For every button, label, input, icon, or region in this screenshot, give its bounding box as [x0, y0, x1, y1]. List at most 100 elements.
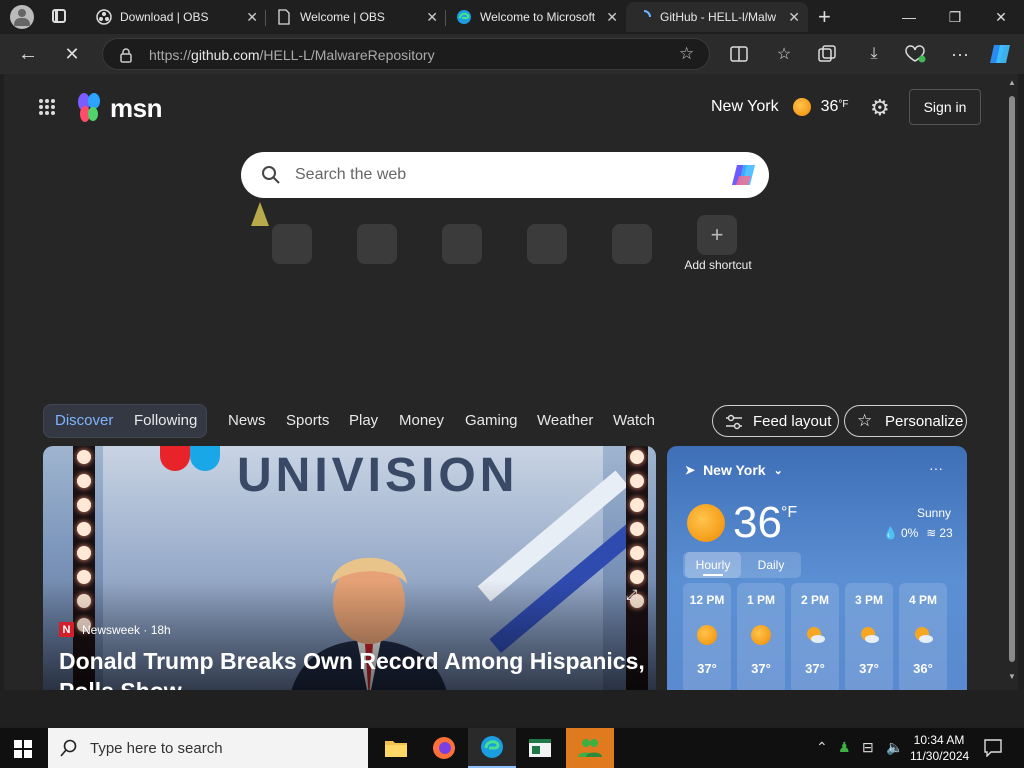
- hour-time: 12 PM: [689, 593, 725, 607]
- msn-new-tab-page: msn New York 36 °F ⚙ Sign in + Add short…: [4, 74, 1017, 724]
- tab-discover[interactable]: Discover: [55, 412, 113, 429]
- file-explorer-app[interactable]: [372, 728, 420, 768]
- shortcut-tile[interactable]: [612, 224, 652, 264]
- nav-watch[interactable]: Watch: [613, 412, 655, 429]
- tab-github[interactable]: GitHub - HELL-l/Malw ✕: [626, 2, 808, 32]
- favorite-star-icon[interactable]: ☆: [679, 44, 694, 64]
- tab-daily[interactable]: Daily: [743, 552, 799, 578]
- hour-forecast[interactable]: 2 PM 37°: [791, 583, 839, 690]
- network-icon[interactable]: ⊟: [862, 739, 874, 756]
- nav-news[interactable]: News: [228, 412, 266, 429]
- taskbar-clock[interactable]: 10:34 AM 11/30/2024: [910, 732, 969, 764]
- scroll-down-arrow-icon[interactable]: ▼: [1008, 672, 1016, 681]
- users-app[interactable]: [566, 728, 614, 768]
- weather-location[interactable]: ➤ New York ⌄: [685, 462, 783, 478]
- hour-forecast[interactable]: 4 PM 36°: [899, 583, 947, 690]
- stop-loading-button[interactable]: ✕: [58, 40, 86, 68]
- web-search-box[interactable]: [241, 152, 769, 198]
- tab-actions-icon[interactable]: [52, 9, 66, 23]
- tab-download-obs[interactable]: Download | OBS ✕: [86, 2, 266, 32]
- split-screen-icon[interactable]: [730, 46, 748, 62]
- browser-essentials-icon[interactable]: [904, 45, 926, 63]
- tab-welcome-microsoft[interactable]: Welcome to Microsoft ✕: [446, 2, 626, 32]
- nav-weather[interactable]: Weather: [537, 412, 593, 429]
- tab-welcome-obs[interactable]: Welcome | OBS ✕: [266, 2, 446, 32]
- windows-start-icon[interactable]: [14, 740, 32, 758]
- obs-icon: [96, 9, 112, 25]
- lock-icon[interactable]: [119, 47, 133, 63]
- scroll-up-arrow-icon[interactable]: ▲: [1008, 78, 1016, 87]
- msn-logo[interactable]: msn: [76, 92, 162, 124]
- editor-app[interactable]: [516, 728, 564, 768]
- newsweek-logo-icon: N: [59, 622, 74, 637]
- sign-in-button[interactable]: Sign in: [909, 89, 981, 125]
- tab-following[interactable]: Following: [134, 412, 197, 429]
- restore-button[interactable]: ❐: [932, 0, 978, 34]
- close-tab-icon[interactable]: ✕: [426, 9, 438, 26]
- sun-icon: [792, 98, 811, 116]
- new-tab-button[interactable]: +: [818, 4, 831, 30]
- volume-icon[interactable]: 🔈: [886, 739, 903, 756]
- shortcut-tile[interactable]: [357, 224, 397, 264]
- header-temp: 36: [820, 98, 839, 115]
- hour-forecast[interactable]: 3 PM 37°: [845, 583, 893, 690]
- profile-avatar[interactable]: [10, 5, 34, 29]
- hour-forecast[interactable]: 12 PM 37°: [683, 583, 731, 690]
- hour-time: 4 PM: [908, 593, 937, 607]
- notifications-icon[interactable]: [984, 739, 1002, 757]
- search-input[interactable]: [295, 163, 695, 187]
- downloads-icon[interactable]: ⤓: [860, 40, 888, 68]
- minimize-button[interactable]: —: [886, 0, 932, 34]
- back-button[interactable]: ←: [14, 40, 42, 68]
- close-tab-icon[interactable]: ✕: [788, 9, 800, 26]
- page-scrollbar[interactable]: ▲ ▼: [1006, 74, 1018, 690]
- settings-gear-icon[interactable]: ⚙: [870, 95, 890, 121]
- party-hat-icon: [251, 202, 269, 226]
- hero-article-card[interactable]: UNIVISION N Newsweek · 18h Donald Trump …: [43, 446, 656, 690]
- close-tab-icon[interactable]: ✕: [246, 9, 258, 26]
- taskbar-search-box[interactable]: Type here to search: [48, 728, 368, 768]
- weather-card[interactable]: ➤ New York ⌄ ··· 36 °F Sunny 💧 0% ≋ 23 H…: [667, 446, 967, 690]
- hour-forecast[interactable]: 1 PM 37°: [737, 583, 785, 690]
- chevron-down-icon: ⌄: [773, 464, 783, 477]
- source-separator: ·: [140, 622, 151, 637]
- nav-gaming[interactable]: Gaming: [465, 412, 518, 429]
- scrollbar-thumb[interactable]: [1009, 96, 1015, 662]
- header-weather[interactable]: New York 36 °F: [711, 98, 849, 116]
- favorites-icon[interactable]: ☆: [770, 40, 798, 68]
- search-icon: [262, 166, 280, 184]
- hour-temp: 37°: [805, 661, 825, 676]
- more-options-icon[interactable]: ···: [946, 40, 974, 68]
- feed-layout-button[interactable]: Feed layout: [712, 405, 839, 437]
- people-tray-icon[interactable]: ♟: [838, 739, 851, 756]
- sliders-icon: [726, 414, 742, 430]
- collections-icon[interactable]: [818, 45, 836, 63]
- close-tab-icon[interactable]: ✕: [606, 9, 618, 26]
- shortcut-tile[interactable]: [442, 224, 482, 264]
- add-shortcut-button[interactable]: +: [697, 215, 737, 255]
- firefox-app[interactable]: [420, 728, 468, 768]
- feed-layout-label: Feed layout: [753, 412, 832, 430]
- copilot-icon[interactable]: [988, 42, 1014, 66]
- hero-source[interactable]: N Newsweek · 18h: [59, 622, 171, 637]
- shortcut-tile[interactable]: [527, 224, 567, 264]
- hero-headline[interactable]: Donald Trump Breaks Own Record Among His…: [59, 646, 656, 690]
- copilot-search-icon[interactable]: [729, 162, 759, 188]
- nav-money[interactable]: Money: [399, 412, 444, 429]
- personalize-button[interactable]: ☆ Personalize: [844, 405, 967, 437]
- nav-sports[interactable]: Sports: [286, 412, 329, 429]
- weather-more-icon[interactable]: ···: [929, 460, 943, 476]
- folder-icon: [385, 741, 407, 757]
- edge-icon: [481, 736, 503, 758]
- tab-hourly[interactable]: Hourly: [685, 552, 741, 578]
- loading-icon: [643, 10, 651, 18]
- shortcut-tile[interactable]: [272, 224, 312, 264]
- address-bar[interactable]: https://github.com/HELL-L/MalwareReposit…: [102, 38, 710, 70]
- msn-butterfly-icon: [78, 93, 100, 122]
- edge-app[interactable]: [468, 728, 516, 768]
- tray-overflow-icon[interactable]: ⌃: [816, 739, 828, 756]
- browser-toolbar: ← ✕ https://github.com/HELL-L/MalwareRep…: [0, 34, 1024, 74]
- app-launcher-icon[interactable]: [38, 98, 56, 116]
- nav-play[interactable]: Play: [349, 412, 378, 429]
- close-window-button[interactable]: ✕: [978, 0, 1024, 34]
